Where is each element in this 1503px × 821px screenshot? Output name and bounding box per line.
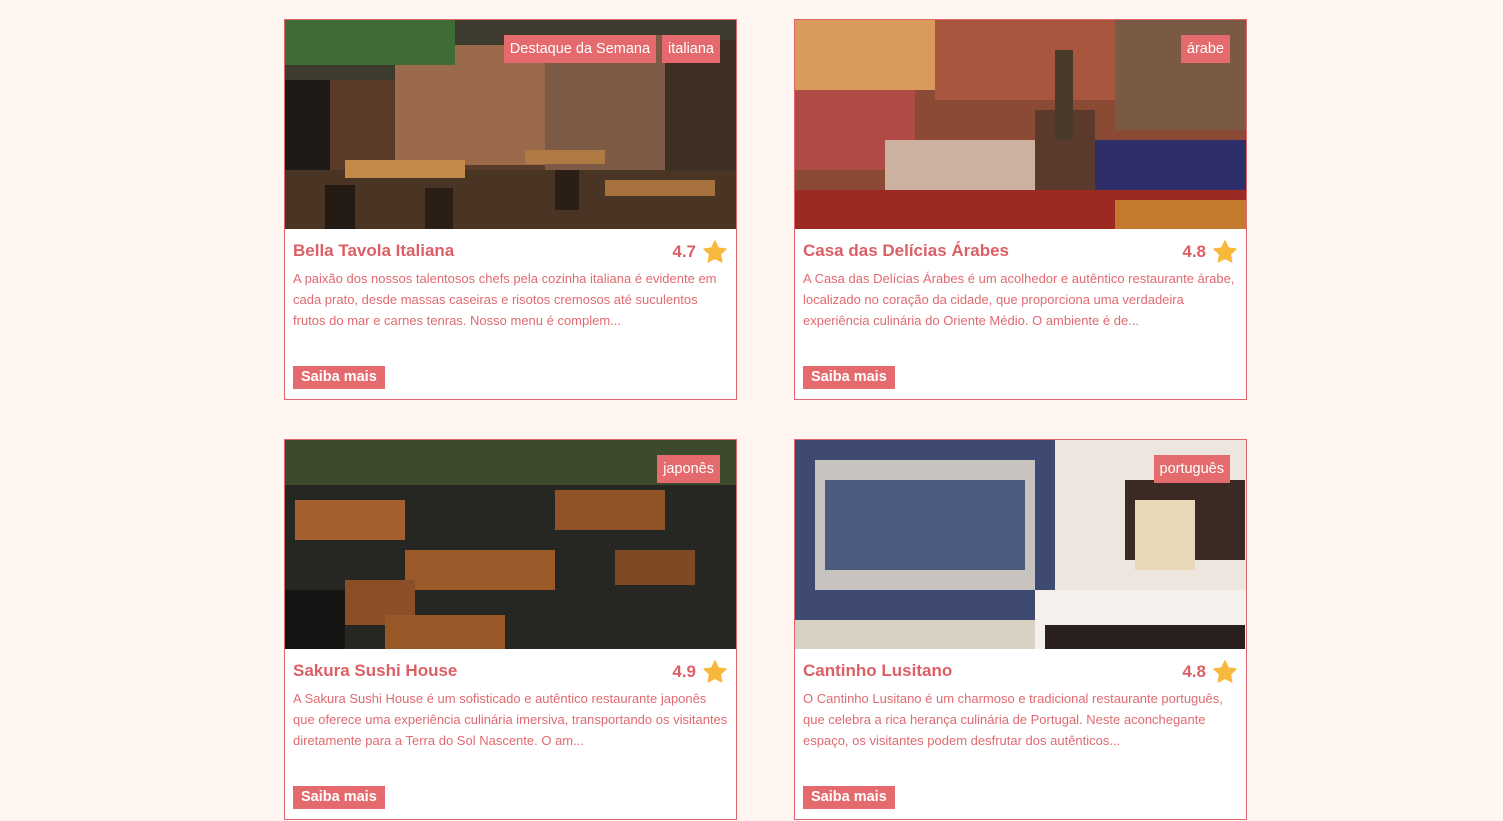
saiba-mais-button[interactable]: Saiba mais [293,366,385,389]
rating-value: 4.7 [672,242,696,261]
badge-group: Destaque da Semana italiana [503,35,720,63]
saiba-mais-button[interactable]: Saiba mais [803,366,895,389]
restaurant-description: A paixão dos nossos talentosos chefs pel… [293,271,717,328]
restaurant-card[interactable]: Destaque da Semana italiana Bella Tavola… [284,19,737,400]
rating: 4.8 [1182,659,1238,685]
rating-value: 4.8 [1182,662,1206,681]
restaurant-card[interactable]: português Cantinho Lusitano 4.8 O Cantin… [794,439,1247,820]
saiba-mais-button[interactable]: Saiba mais [293,786,385,809]
restaurant-description: O Cantinho Lusitano é um charmoso e trad… [803,691,1223,748]
restaurant-name[interactable]: Cantinho Lusitano [803,661,952,681]
star-icon [1212,659,1238,685]
cuisine-badge: japonês [657,455,720,483]
restaurant-name[interactable]: Sakura Sushi House [293,661,457,681]
star-icon [1212,239,1238,265]
restaurant-card[interactable]: árabe Casa das Delícias Árabes 4.8 A Cas… [794,19,1247,400]
restaurant-name[interactable]: Casa das Delícias Árabes [803,241,1009,261]
star-icon [702,659,728,685]
rating-value: 4.8 [1182,242,1206,261]
rating: 4.7 [672,239,728,265]
badge-group: português [1153,455,1230,483]
restaurant-description: A Casa das Delícias Árabes é um acolhedo… [803,271,1235,328]
restaurant-grid: Destaque da Semana italiana Bella Tavola… [0,0,1503,821]
star-icon [702,239,728,265]
restaurant-name[interactable]: Bella Tavola Italiana [293,241,454,261]
restaurant-photo [795,20,1246,229]
rating: 4.8 [1182,239,1238,265]
badge-group: japonês [657,455,720,483]
cuisine-badge: árabe [1180,35,1230,63]
featured-badge: Destaque da Semana [503,35,657,63]
restaurant-description: A Sakura Sushi House é um sofisticado e … [293,691,728,748]
saiba-mais-button[interactable]: Saiba mais [803,786,895,809]
cuisine-badge: português [1153,455,1230,483]
badge-group: árabe [1180,35,1230,63]
rating-value: 4.9 [672,662,696,681]
rating: 4.9 [672,659,728,685]
cuisine-badge: italiana [662,35,720,63]
restaurant-card[interactable]: japonês Sakura Sushi House 4.9 A Sakura … [284,439,737,820]
